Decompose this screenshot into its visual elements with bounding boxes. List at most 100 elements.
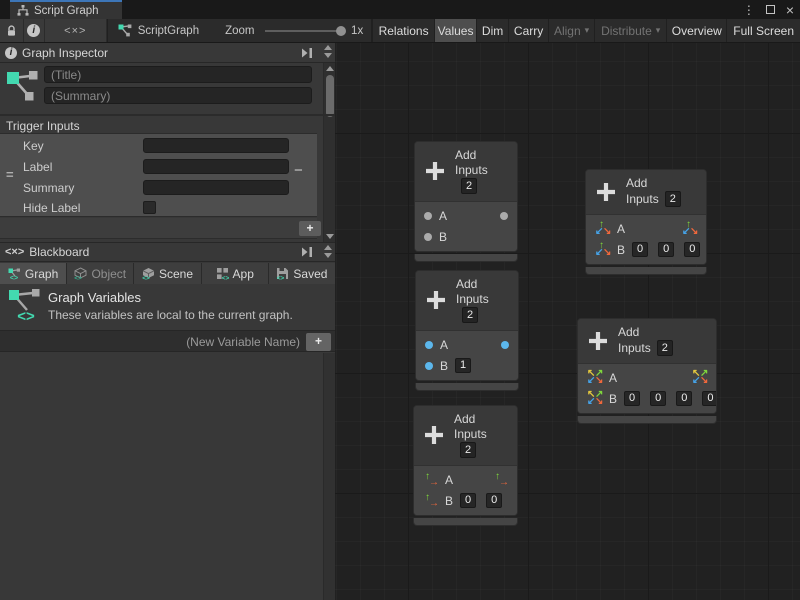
scroll-up-icon[interactable] — [324, 245, 332, 250]
integer-port-icon[interactable] — [425, 362, 433, 370]
remove-trigger-input-button[interactable]: − — [294, 162, 303, 179]
key-input[interactable] — [143, 138, 289, 153]
info-button[interactable]: i — [24, 19, 44, 42]
node-header[interactable]: Add Inputs2 — [416, 271, 518, 331]
value-field[interactable]: 0 — [632, 242, 648, 257]
value-field[interactable]: 0 — [658, 242, 674, 257]
integer-port-icon[interactable] — [425, 341, 433, 349]
vector3-icon[interactable]: ↑↙↘ — [682, 222, 697, 236]
vector2-icon[interactable]: ↑→ — [423, 494, 438, 508]
window-menu-icon[interactable]: ⋮ — [743, 4, 755, 16]
hide-label-checkbox[interactable] — [143, 201, 156, 214]
object-cube-icon: <> — [74, 267, 87, 280]
node-add-inputs[interactable]: Add Inputs2 ↑→ A ↑→ ↑→ B — [413, 405, 518, 526]
object-port-icon[interactable] — [500, 212, 508, 220]
input-count-field[interactable]: 2 — [460, 442, 476, 458]
input-count-field[interactable]: 2 — [657, 340, 673, 356]
tab-saved[interactable]: <> Saved — [269, 263, 335, 284]
blackboard-glyph-icon: <×> — [5, 246, 24, 258]
dock-icon[interactable] — [301, 247, 313, 257]
toolbar-button-overview[interactable]: Overview — [666, 19, 726, 42]
tab-object[interactable]: <> Object — [67, 263, 133, 284]
node-header[interactable]: Add Inputs2 — [414, 406, 517, 466]
scroll-down-icon[interactable] — [324, 53, 332, 58]
port-row-a: A — [416, 334, 518, 355]
node-header[interactable]: Add Inputs2 — [586, 170, 706, 215]
scroll-down-icon[interactable] — [326, 234, 334, 239]
tab-app[interactable]: <> App — [202, 263, 268, 284]
label-input[interactable] — [143, 159, 289, 174]
object-port-icon[interactable] — [424, 212, 432, 220]
add-trigger-input-button[interactable]: + — [299, 221, 321, 236]
tab-scene[interactable]: <> Scene — [134, 263, 200, 284]
lock-button[interactable] — [0, 19, 23, 42]
value-field[interactable]: 0 — [650, 391, 666, 406]
value-field[interactable]: 0 — [684, 242, 700, 257]
node-header[interactable]: Add Inputs2 — [578, 319, 716, 364]
vector4-icon[interactable]: ↖↗↙↘ — [587, 371, 602, 385]
node-header[interactable]: Add Inputs2 — [415, 142, 517, 202]
integer-port-icon[interactable] — [501, 341, 509, 349]
input-count-field[interactable]: 2 — [462, 307, 478, 323]
panel-scroll-arrows[interactable] — [322, 45, 334, 58]
input-count-field[interactable]: 2 — [461, 178, 477, 194]
vector2-icon[interactable]: ↑→ — [423, 473, 438, 487]
toolbar-button-relations[interactable]: Relations — [372, 19, 434, 42]
svg-text:<>: <> — [142, 275, 150, 280]
value-field[interactable]: 0 — [702, 391, 717, 406]
tab-script-graph[interactable]: Script Graph — [10, 0, 122, 19]
node-add-inputs[interactable]: Add Inputs2 A B — [414, 141, 518, 262]
toolbar-button-carry[interactable]: Carry — [508, 19, 548, 42]
vector4-icon[interactable]: ↖↗↙↘ — [587, 392, 602, 406]
value-field[interactable]: 0 — [676, 391, 692, 406]
node-title: Add Inputs2 — [456, 277, 509, 323]
graph-inspector-title: Graph Inspector — [22, 46, 108, 60]
scrollbar-thumb[interactable] — [326, 75, 334, 117]
node-title: Add Inputs2 — [626, 176, 681, 207]
panel-scroll-arrows[interactable] — [322, 245, 334, 258]
scroll-down-icon[interactable] — [324, 253, 332, 258]
dropdown-caret-icon: ▾ — [656, 26, 661, 35]
vector4-icon[interactable]: ↖↗↙↘ — [692, 371, 707, 385]
window-maximize-icon[interactable] — [766, 5, 775, 14]
window-close-icon[interactable]: × — [786, 3, 794, 17]
node-add-inputs[interactable]: Add Inputs2 A B — [415, 270, 519, 391]
reorder-handle-icon[interactable]: = — [6, 167, 14, 182]
node-title: Add Inputs2 — [454, 412, 508, 458]
trigger-inputs-label: Trigger Inputs — [6, 119, 80, 133]
graph-canvas[interactable]: Add Inputs2 A B — [335, 43, 800, 600]
port-row-b: ↑→ B 0 0 — [414, 490, 517, 511]
inspector-scrollbar[interactable] — [323, 63, 335, 242]
add-variable-button[interactable]: + — [306, 333, 331, 351]
blackboard-scrollbar[interactable] — [323, 353, 335, 600]
scroll-up-icon[interactable] — [324, 45, 332, 50]
toolbar-button-distribute[interactable]: Distribute▾ — [594, 19, 666, 42]
value-field[interactable]: 1 — [455, 358, 471, 373]
input-count-field[interactable]: 2 — [665, 191, 681, 207]
value-field[interactable]: 0 — [460, 493, 476, 508]
graph-summary-input[interactable] — [44, 87, 312, 104]
vector3-icon[interactable]: ↑↙↘ — [595, 222, 610, 236]
unit-toggle-button[interactable]: <×> — [45, 19, 106, 42]
value-field[interactable]: 0 — [486, 493, 502, 508]
zoom-slider-handle[interactable] — [336, 26, 346, 36]
new-variable-input[interactable] — [6, 333, 300, 351]
tab-graph[interactable]: <> Graph — [0, 263, 66, 284]
vector3-icon[interactable]: ↑↙↘ — [595, 243, 610, 257]
toolbar-button-fullscreen[interactable]: Full Screen — [726, 19, 800, 42]
toolbar-button-dim[interactable]: Dim — [476, 19, 508, 42]
toolbar-button-values[interactable]: Values — [434, 19, 476, 42]
node-add-inputs[interactable]: Add Inputs2 ↖↗↙↘ A ↖↗↙↘ ↖↗↙↘ — [577, 318, 717, 424]
scroll-up-icon[interactable] — [326, 66, 334, 71]
zoom-value: 1x — [351, 25, 363, 37]
dock-icon[interactable] — [301, 48, 313, 58]
zoom-slider[interactable] — [265, 30, 344, 32]
vector2-icon[interactable]: ↑→ — [493, 473, 508, 487]
node-add-inputs[interactable]: Add Inputs2 ↑↙↘ A ↑↙↘ ↑↙↘ B — [585, 169, 707, 275]
value-field[interactable]: 0 — [624, 391, 640, 406]
summary-input[interactable] — [143, 180, 289, 195]
graph-title-input[interactable] — [44, 66, 312, 83]
object-port-icon[interactable] — [424, 233, 432, 241]
title-bar: Script Graph ⋮ × — [0, 0, 800, 19]
toolbar-button-align[interactable]: Align▾ — [548, 19, 594, 42]
